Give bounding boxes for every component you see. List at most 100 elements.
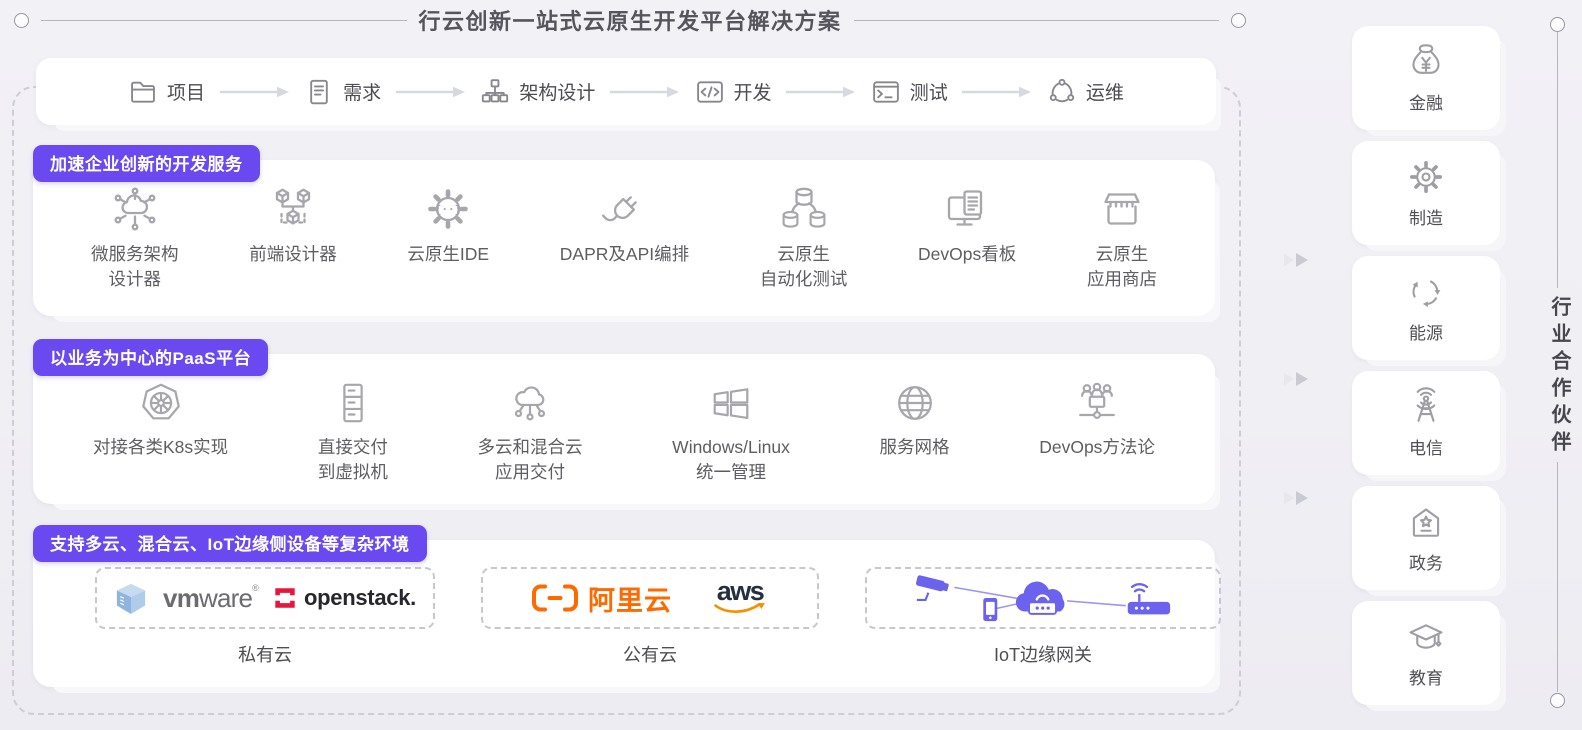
flow-arrow-icon <box>609 86 679 97</box>
bracket-bottom-node-icon <box>1550 693 1565 708</box>
aws-smile-icon <box>714 603 765 614</box>
pipeline-step-test: 测试 <box>871 77 948 107</box>
money-bag-icon <box>1412 44 1440 74</box>
section-dev-services: 加速企业创新的开发服务 微服务架构 设计器 前端设计器 {··} 云原生IDE D… <box>33 145 1215 316</box>
industry-label: 能源 <box>1409 324 1443 343</box>
feature-win-linux: Windows/Linux 统一管理 <box>672 380 790 486</box>
ops-cycle-icon <box>1049 78 1075 102</box>
folder-icon <box>131 81 155 103</box>
openstack-icon <box>275 588 295 608</box>
feature-app-store: 云原生 应用商店 <box>1087 185 1157 293</box>
section-paas: 以业务为中心的PaaS平台 对接各类K8s实现 直接交付 到虚拟机 多云和混合云应… <box>33 339 1215 504</box>
gear-code-icon: {··} <box>428 189 469 229</box>
feature-dapr-api: DAPR及API编排 <box>560 185 689 267</box>
pipeline-step-operations: 运维 <box>1047 77 1124 107</box>
double-chevron-icon <box>1284 253 1308 267</box>
feature-frontend-designer: 前端设计器 <box>249 185 337 267</box>
vmware-logo: vmware® <box>163 582 259 613</box>
frontend-designer-cubes-icon <box>275 188 311 225</box>
env-label: 公有云 <box>623 645 677 665</box>
government-building-icon <box>1412 508 1440 537</box>
cctv-camera-icon <box>915 575 949 601</box>
feature-service-mesh: 服务网格 <box>880 380 950 460</box>
section-badge: 支持多云、混合云、IoT边缘侧设备等复杂环境 <box>33 525 427 562</box>
feature-devops-board: DevOps看板 <box>918 185 1016 267</box>
bracket-top-node-icon <box>1550 17 1565 32</box>
document-icon <box>310 79 328 104</box>
env-label: IoT边缘网关 <box>993 645 1092 665</box>
feature-cloud-native-ide: {··} 云原生IDE <box>407 185 489 267</box>
dev-pipeline: 项目 需求 架构设计 开发 测试 运维 <box>36 58 1216 125</box>
pipeline-step-requirements: 需求 <box>304 77 381 107</box>
feature-label: 微服务架构 设计器 <box>91 244 179 290</box>
header: 行云创新一站式云原生开发平台解决方案 <box>14 7 1247 34</box>
feature-label: DevOps看板 <box>918 244 1017 264</box>
page-title: 行云创新一站式云原生开发平台解决方案 <box>418 9 842 34</box>
industry-label: 制造 <box>1409 209 1443 228</box>
feature-microservice-designer: 微服务架构 设计器 <box>91 185 179 293</box>
microservice-architecture-icon <box>114 187 156 231</box>
feature-vm-delivery: 直接交付 到虚拟机 <box>318 380 388 486</box>
pipeline-step-architecture: 架构设计 <box>480 77 595 107</box>
feature-label: 服务网格 <box>879 437 950 457</box>
industry-manufacturing: 制造 <box>1352 141 1500 245</box>
private-cloud-group: vmware® openstack. 私有云 <box>95 567 435 667</box>
feature-multicloud-delivery: 多云和混合云 应用交付 <box>478 380 583 486</box>
recycle-icon <box>1412 280 1441 308</box>
iot-edge-group: IoT边缘网关 <box>865 567 1221 667</box>
antenna-tower-icon <box>1416 387 1436 422</box>
openstack-logo: openstack. <box>273 585 416 611</box>
server-rack-icon <box>343 383 363 423</box>
industry-telecom: 电信 <box>1352 371 1500 475</box>
plug-icon <box>602 196 638 222</box>
feature-label: 直接交付 到虚拟机 <box>317 437 388 483</box>
pipeline-step-label: 开发 <box>733 83 772 104</box>
private-cloud-box: vmware® openstack. <box>95 567 435 629</box>
industry-education: 教育 <box>1352 601 1500 705</box>
header-right-node-icon <box>1231 12 1247 28</box>
public-cloud-box: 阿里云 aws <box>481 567 819 629</box>
feature-label: 云原生IDE <box>407 244 490 264</box>
public-cloud-group: 阿里云 aws 公有云 <box>481 567 819 667</box>
alibaba-cloud-icon <box>532 584 578 612</box>
pipeline-step-label: 测试 <box>909 83 948 104</box>
pipeline-step-develop: 开发 <box>695 77 772 107</box>
industry-partners-label: 行业合作伙伴 <box>1548 296 1570 458</box>
sitemap-icon <box>482 78 509 102</box>
iot-devices-icon <box>915 575 1171 622</box>
alibaba-cloud-logo: 阿里云 <box>532 579 672 618</box>
double-chevron-icon <box>1284 491 1308 505</box>
pipeline-step-label: 需求 <box>343 83 382 104</box>
cloud-gateway-icon <box>1015 581 1065 615</box>
graduation-cap-icon <box>1409 624 1443 649</box>
section-environments: 支持多云、混合云、IoT边缘侧设备等复杂环境 vmware® openstack… <box>33 525 1221 687</box>
pipeline-step-label: 项目 <box>167 83 206 104</box>
kubernetes-wheel-icon <box>141 383 180 420</box>
terminal-icon <box>872 80 899 103</box>
pipeline-step-label: 架构设计 <box>519 83 596 104</box>
industry-label: 政务 <box>1409 554 1443 573</box>
globe-icon <box>897 386 932 420</box>
svg-text:{··}: {··} <box>435 203 462 216</box>
code-window-icon <box>696 80 723 103</box>
feature-label: 云原生 自动化测试 <box>759 244 848 290</box>
flow-arrow-icon <box>786 86 856 97</box>
storefront-icon <box>1104 193 1140 225</box>
industry-label: 教育 <box>1409 669 1443 688</box>
feature-label: DevOps方法论 <box>1039 437 1155 457</box>
flow-arrow-icon <box>219 86 289 97</box>
feature-label: 云原生 应用商店 <box>1086 244 1157 290</box>
router-icon <box>1127 583 1171 615</box>
bracket-bottom-line <box>1557 462 1558 692</box>
industry-label: 金融 <box>1409 94 1443 113</box>
feature-auto-test: 云原生 自动化测试 <box>759 185 848 293</box>
phone-icon <box>983 598 998 622</box>
monitor-document-icon <box>947 190 983 226</box>
feature-label: DAPR及API编排 <box>559 244 690 264</box>
bracket-top-line <box>1557 32 1558 288</box>
pipeline-step-label: 运维 <box>1085 83 1124 104</box>
solution-diagram: 行云创新一站式云原生开发平台解决方案 项目 需求 架构设计 开发 测试 运维 加… <box>0 0 1582 730</box>
header-left-line <box>41 19 407 21</box>
feature-label: 前端设计器 <box>249 244 337 264</box>
feature-k8s: 对接各类K8s实现 <box>93 380 228 460</box>
